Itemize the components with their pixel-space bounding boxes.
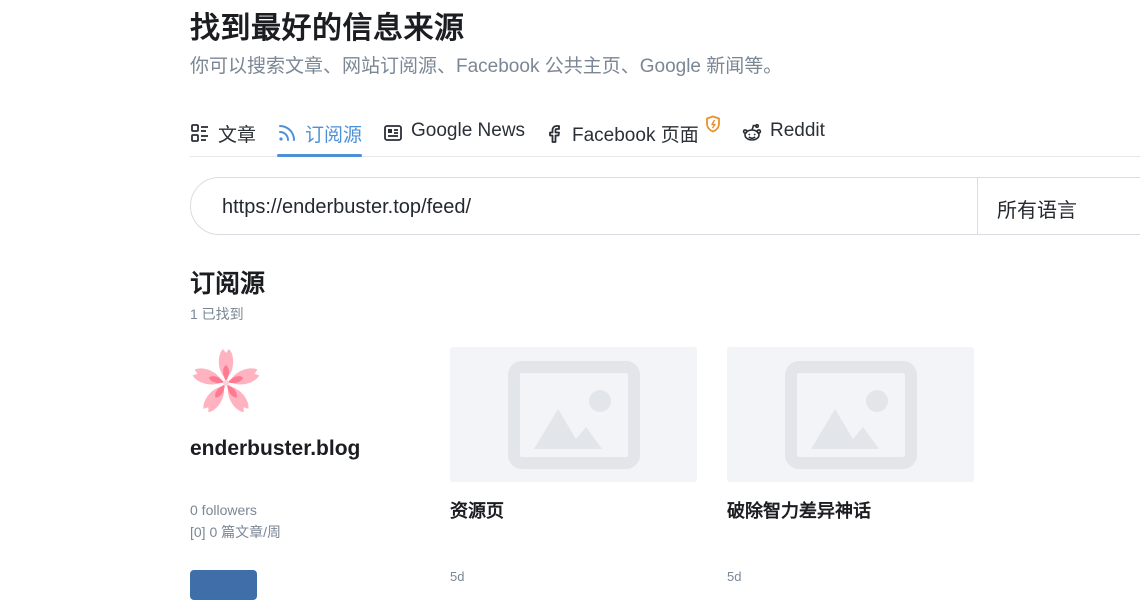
pro-shield-icon <box>705 115 720 133</box>
tab-reddit[interactable]: Reddit <box>742 116 825 156</box>
tab-google-news-label: Google News <box>411 120 526 141</box>
tab-facebook-label: Facebook 页面 <box>572 125 699 146</box>
tab-articles-label: 文章 <box>218 125 257 146</box>
tab-facebook[interactable]: Facebook 页面 <box>544 115 720 156</box>
article-thumbnail[interactable] <box>727 347 974 482</box>
results-title: 订阅源 <box>190 270 266 298</box>
tab-feeds[interactable]: 订阅源 <box>277 116 363 157</box>
article-time: 5d <box>450 569 465 584</box>
search-input[interactable] <box>220 178 964 236</box>
rss-icon <box>279 125 295 141</box>
article-thumbnail[interactable] <box>450 347 697 482</box>
page-title: 找到最好的信息来源 <box>190 12 465 45</box>
reddit-icon <box>742 123 762 141</box>
sakura-logo-icon[interactable] <box>190 347 262 419</box>
feed-stats: [0] 0 篇文章/周 <box>190 524 282 540</box>
results-count: 1 已找到 <box>190 306 244 322</box>
image-placeholder-icon <box>784 360 917 469</box>
tab-feeds-label: 订阅源 <box>305 125 363 146</box>
facebook-icon <box>549 125 560 143</box>
tab-articles[interactable]: 文章 <box>190 116 256 156</box>
article-title[interactable]: 资源页 <box>450 497 504 523</box>
article-title[interactable]: 破除智力差异神话 <box>727 497 871 523</box>
article-icon <box>191 124 208 142</box>
image-placeholder-icon <box>507 360 640 469</box>
search-divider <box>977 178 978 234</box>
tab-reddit-label: Reddit <box>770 120 825 141</box>
feed-followers: 0 followers <box>190 502 257 518</box>
source-tabs: 文章 订阅源 Google News Facebook 页面 Reddit <box>190 115 1140 157</box>
search-bar: 所有语言 <box>190 177 1140 236</box>
article-time: 5d <box>727 569 742 584</box>
follow-button[interactable] <box>190 570 257 600</box>
newspaper-icon <box>384 125 402 141</box>
tab-google-news[interactable]: Google News <box>383 116 525 156</box>
page-subtitle: 你可以搜索文章、网站订阅源、Facebook 公共主页、Google 新闻等。 <box>190 56 783 77</box>
language-select[interactable]: 所有语言 <box>997 194 1077 223</box>
feed-name[interactable]: enderbuster.blog <box>190 437 360 461</box>
